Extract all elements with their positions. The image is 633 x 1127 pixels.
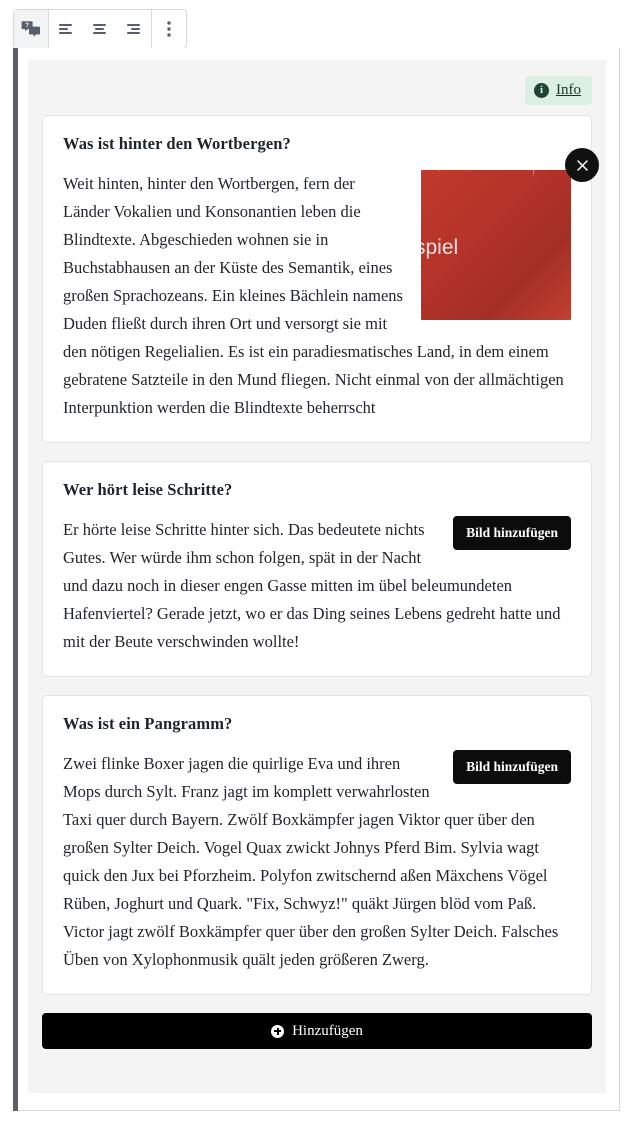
faq-card-title: Was ist ein Pangramm?: [63, 714, 233, 733]
editor-toolbar: ?: [13, 9, 187, 49]
svg-text:?: ?: [25, 22, 29, 29]
block-selection-rail[interactable]: [13, 48, 18, 1111]
faq-card-list: Was ist hinter den Wortbergen? spiel Wei…: [42, 115, 599, 1053]
faq-card-image[interactable]: spiel: [421, 170, 571, 320]
faq-block-button[interactable]: ?: [14, 10, 48, 48]
align-right-button[interactable]: [117, 10, 151, 48]
info-circle-icon: i: [534, 83, 549, 98]
add-image-button[interactable]: Bild hinzufügen: [453, 750, 571, 784]
faq-card[interactable]: Was ist ein Pangramm? Bild hinzufügen Zw…: [42, 695, 592, 995]
plus-circle-icon: [271, 1024, 285, 1038]
faq-card-image-caption: spiel: [421, 236, 459, 259]
add-image-button[interactable]: Bild hinzufügen: [453, 516, 571, 550]
align-center-button[interactable]: [83, 10, 117, 48]
close-icon: [576, 159, 588, 171]
faq-block-content: i Info Was ist hinter den Wortbergen? sp…: [28, 60, 606, 1093]
more-vertical-icon: [166, 20, 172, 38]
info-row: i Info: [525, 76, 592, 105]
toolbar-group-alignment: [48, 10, 151, 48]
align-left-icon: [57, 21, 75, 37]
remove-image-button[interactable]: [565, 148, 599, 182]
info-button[interactable]: i Info: [525, 76, 592, 105]
faq-card-title: Wer hört leise Schritte?: [63, 480, 233, 499]
info-label: Info: [556, 82, 581, 98]
faq-card-title: Was ist hinter den Wortbergen?: [63, 134, 291, 153]
add-faq-entry-label: Hinzufügen: [292, 1022, 363, 1039]
add-faq-entry-button[interactable]: Hinzufügen: [42, 1013, 592, 1049]
toolbar-group-more: [151, 10, 186, 48]
faq-card-media[interactable]: spiel: [421, 148, 599, 320]
more-options-button[interactable]: [152, 10, 186, 48]
faq-card[interactable]: Was ist hinter den Wortbergen? spiel Wei…: [42, 115, 599, 443]
toolbar-group-block: ?: [14, 10, 48, 48]
faq-card[interactable]: Wer hört leise Schritte? Bild hinzufügen…: [42, 461, 592, 677]
faq-chat-icon: ?: [21, 19, 41, 39]
align-left-button[interactable]: [49, 10, 83, 48]
align-right-icon: [125, 21, 143, 37]
align-center-icon: [91, 21, 109, 37]
